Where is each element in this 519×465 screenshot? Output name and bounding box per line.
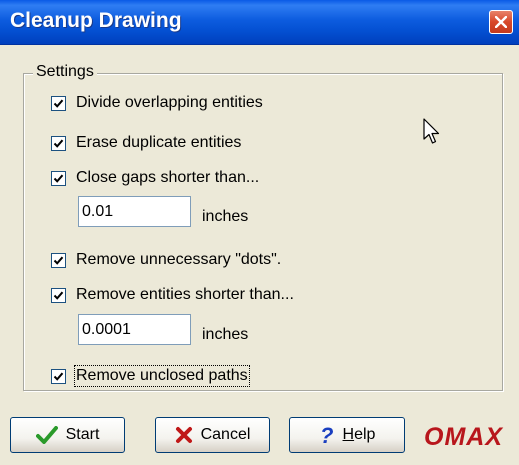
- erase-duplicate-label: Erase duplicate entities: [76, 134, 242, 151]
- close-icon: [495, 16, 507, 28]
- settings-group-label: Settings: [33, 63, 97, 81]
- omax-logo: OMAX: [424, 423, 503, 451]
- checkmark-icon: [53, 139, 64, 148]
- help-button[interactable]: ? Help: [289, 417, 405, 453]
- mouse-pointer-icon: [423, 118, 440, 144]
- remove-short-entities-option[interactable]: Remove entities shorter than...: [51, 285, 294, 305]
- checkmark-icon: [53, 256, 64, 265]
- gap-length-input[interactable]: [78, 196, 191, 227]
- divide-overlapping-option[interactable]: Divide overlapping entities: [51, 93, 263, 113]
- cancel-button[interactable]: Cancel: [155, 417, 270, 453]
- erase-duplicate-option[interactable]: Erase duplicate entities: [51, 133, 241, 153]
- x-icon: [175, 426, 193, 444]
- svg-text:?: ?: [320, 424, 333, 446]
- erase-duplicate-checkbox[interactable]: [51, 135, 66, 151]
- divide-overlapping-label: Divide overlapping entities: [76, 94, 263, 111]
- help-button-label: Help: [342, 426, 376, 443]
- close-button[interactable]: [489, 10, 513, 34]
- checkmark-icon: [53, 291, 64, 300]
- remove-unclosed-label: Remove unclosed paths: [74, 365, 250, 387]
- cancel-button-label: Cancel: [200, 426, 251, 443]
- short-length-input[interactable]: [78, 314, 191, 345]
- close-gaps-label: Close gaps shorter than...: [76, 169, 260, 186]
- remove-dots-option[interactable]: Remove unnecessary "dots".: [51, 250, 281, 270]
- remove-short-entities-label: Remove entities shorter than...: [76, 286, 294, 303]
- gap-unit-label: inches: [202, 208, 249, 225]
- cleanup-drawing-dialog: Cleanup Drawing Settings Divide overlapp…: [0, 0, 519, 465]
- divide-overlapping-checkbox[interactable]: [51, 95, 66, 111]
- window-title: Cleanup Drawing: [10, 9, 182, 32]
- remove-unclosed-option[interactable]: Remove unclosed paths: [51, 365, 250, 387]
- remove-unclosed-checkbox[interactable]: [51, 368, 66, 384]
- close-gaps-option[interactable]: Close gaps shorter than...: [51, 168, 259, 188]
- checkmark-icon: [53, 174, 64, 183]
- remove-dots-checkbox[interactable]: [51, 252, 66, 268]
- short-unit-label: inches: [202, 326, 249, 343]
- remove-dots-label: Remove unnecessary "dots".: [76, 251, 282, 268]
- start-button[interactable]: Start: [10, 417, 125, 453]
- checkmark-icon: [53, 99, 64, 108]
- question-mark-icon: ?: [319, 424, 335, 446]
- remove-short-entities-checkbox[interactable]: [51, 287, 66, 303]
- checkmark-icon: [35, 426, 58, 444]
- start-button-label: Start: [65, 426, 100, 443]
- checkmark-icon: [53, 372, 64, 381]
- title-bar[interactable]: Cleanup Drawing: [0, 0, 519, 45]
- close-gaps-checkbox[interactable]: [51, 170, 66, 186]
